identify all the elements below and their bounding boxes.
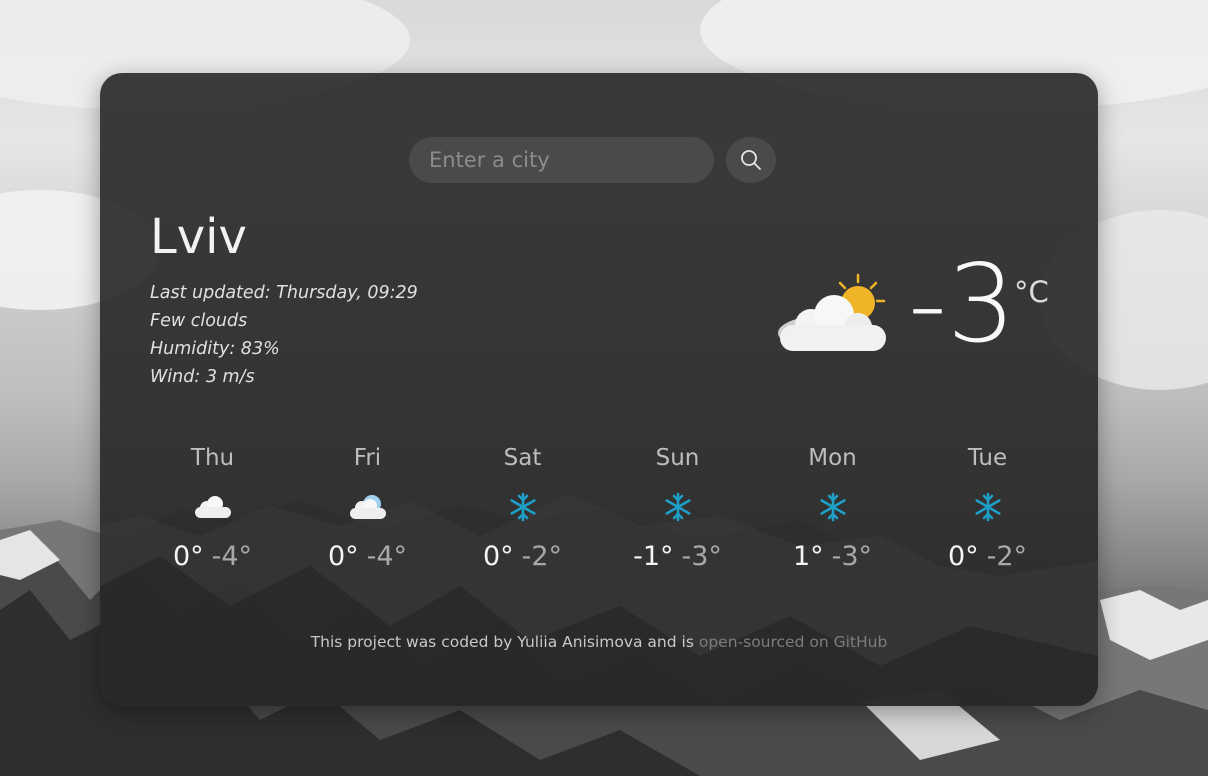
humidity: Humidity: 83% — [150, 339, 280, 359]
forecast-min: -2° — [986, 541, 1028, 572]
forecast-day: Sat 0° -2° — [445, 445, 600, 572]
forecast-day-name: Sun — [655, 445, 700, 471]
cloud-icon — [194, 496, 231, 518]
city-search-input[interactable] — [409, 137, 714, 183]
footer: This project was coded by Yuliia Anisimo… — [100, 633, 1098, 651]
city-name: Lviv — [150, 209, 247, 265]
current-temperature: -3 — [908, 242, 1016, 367]
forecast-day-name: Fri — [353, 445, 382, 471]
forecast-max: 0° — [482, 541, 514, 572]
temperature-unit[interactable]: °C — [1014, 275, 1049, 309]
forecast-day-name: Mon — [808, 445, 857, 471]
forecast-day: Fri 0° -4° — [290, 445, 445, 572]
forecast-max: -1° — [633, 541, 674, 572]
forecast-max: 1° — [792, 541, 824, 572]
forecast-min: -4° — [366, 541, 408, 572]
snowflake-icon — [974, 492, 1001, 522]
forecast-min: -2° — [521, 541, 563, 572]
footer-text: This project was coded by Yuliia Anisimo… — [310, 633, 694, 651]
forecast-min: -4° — [211, 541, 253, 572]
weather-description: Few clouds — [150, 311, 248, 331]
forecast-max: 0° — [172, 541, 204, 572]
search-button[interactable] — [726, 137, 776, 183]
forecast-day: Sun -1° -3° — [600, 445, 755, 572]
forecast-max: 0° — [327, 541, 359, 572]
forecast-day: Mon 1° -3° — [755, 445, 910, 572]
snowflake-icon — [509, 492, 536, 522]
wind: Wind: 3 m/s — [150, 367, 255, 387]
forecast-min: -3° — [831, 541, 873, 572]
forecast-day-name: Tue — [967, 445, 1008, 471]
github-link[interactable]: open-sourced on GitHub — [699, 633, 887, 651]
search-icon — [741, 150, 761, 170]
weather-card: Lviv Last updated: Thursday, 09:29 Few c… — [100, 73, 1098, 706]
forecast-row: Thu 0° -4° Fri 0° -4° Sat 0° -2° Sun -1°… — [135, 445, 1065, 572]
current-details: Last updated: Thursday, 09:29 Few clouds… — [150, 279, 418, 391]
forecast-max: 0° — [947, 541, 979, 572]
snowflake-icon — [664, 492, 691, 522]
forecast-day: Tue 0° -2° — [910, 445, 1065, 572]
forecast-day-name: Thu — [190, 445, 235, 471]
snowflake-icon — [819, 492, 846, 522]
last-updated: Last updated: Thursday, 09:29 — [150, 283, 418, 303]
forecast-day: Thu 0° -4° — [135, 445, 290, 572]
sun-behind-cloud-icon — [778, 273, 886, 351]
forecast-min: -3° — [681, 541, 722, 572]
forecast-day-name: Sat — [503, 445, 542, 471]
cloud-icon — [349, 495, 386, 519]
